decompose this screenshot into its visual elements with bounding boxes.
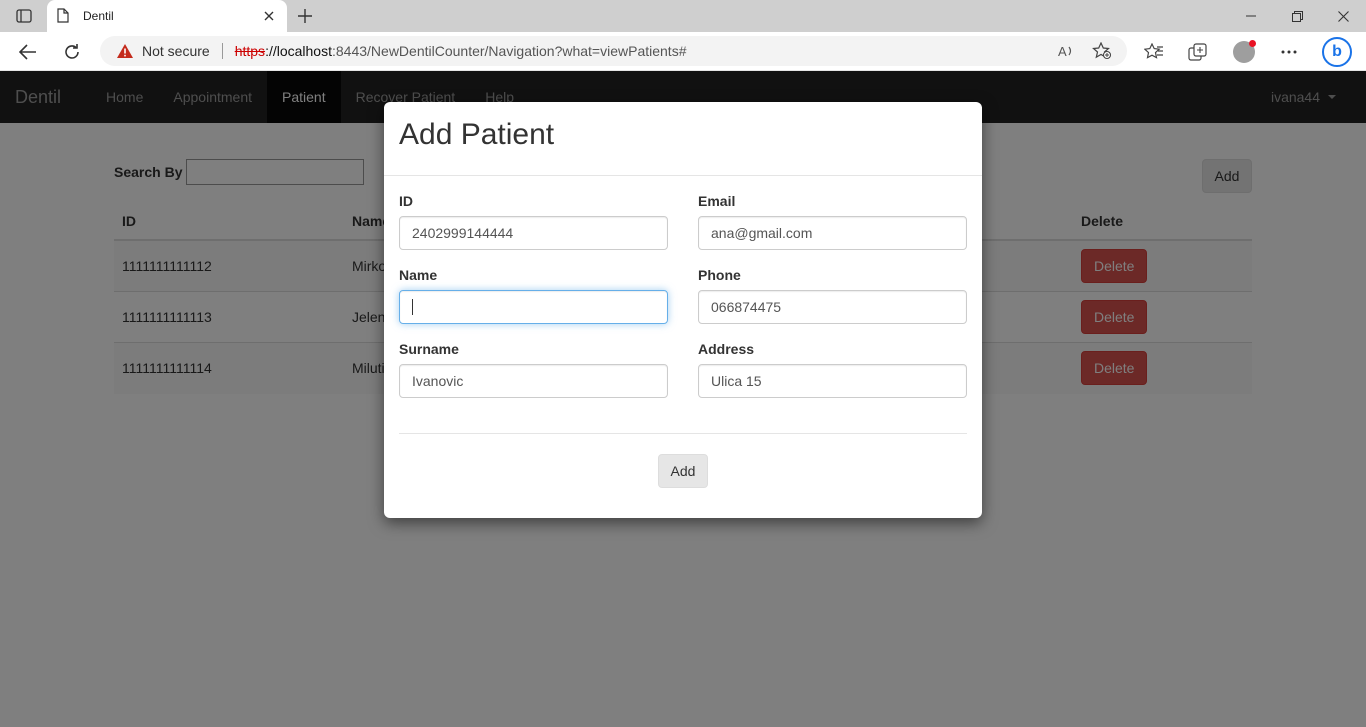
tab-actions-icon[interactable] xyxy=(12,6,36,26)
address-label: Address xyxy=(698,341,755,357)
id-input[interactable]: 2402999144444 xyxy=(399,216,668,250)
new-tab-icon[interactable] xyxy=(294,6,316,26)
divider xyxy=(221,43,223,59)
warning-icon xyxy=(116,43,134,59)
modal-body: ID 2402999144444 Email ana@gmail.com Nam… xyxy=(384,176,982,434)
close-window-icon[interactable] xyxy=(1320,0,1366,32)
name-field-group: Name xyxy=(399,267,668,324)
restore-icon[interactable] xyxy=(1274,0,1320,32)
email-input[interactable]: ana@gmail.com xyxy=(698,216,967,250)
browser-tab[interactable]: Dentil xyxy=(47,0,287,32)
modal-title: Add Patient xyxy=(399,118,555,151)
favorites-icon[interactable] xyxy=(1143,41,1165,63)
more-menu-icon[interactable] xyxy=(1278,41,1300,63)
modal-add-button[interactable]: Add xyxy=(658,454,708,488)
notification-dot xyxy=(1249,40,1256,47)
read-aloud-icon[interactable]: A xyxy=(1056,42,1076,60)
text-cursor xyxy=(412,299,413,315)
url-text[interactable]: https://localhost:8443/NewDentilCounter/… xyxy=(235,43,687,59)
address-bar[interactable]: Not secure https://localhost:8443/NewDen… xyxy=(100,36,1127,66)
browser-tabbar: Dentil xyxy=(0,0,1366,32)
id-label: ID xyxy=(399,193,413,209)
bing-icon[interactable]: b xyxy=(1322,37,1352,67)
surname-label: Surname xyxy=(399,341,459,357)
id-field-group: ID 2402999144444 xyxy=(399,193,668,250)
modal-divider xyxy=(399,433,967,434)
address-input[interactable]: Ulica 15 xyxy=(698,364,967,398)
address-field-group: Address Ulica 15 xyxy=(698,341,967,398)
not-secure-label[interactable]: Not secure xyxy=(142,43,210,59)
email-field-group: Email ana@gmail.com xyxy=(698,193,967,250)
back-icon[interactable] xyxy=(16,40,40,64)
url-scheme: https xyxy=(234,43,266,59)
add-favorite-icon[interactable] xyxy=(1092,42,1112,60)
minimize-icon[interactable] xyxy=(1228,0,1274,32)
svg-text:A: A xyxy=(1058,44,1067,59)
tab-title: Dentil xyxy=(83,9,114,23)
phone-field-group: Phone 066874475 xyxy=(698,267,967,324)
collections-icon[interactable] xyxy=(1187,41,1209,63)
modal-header: Add Patient xyxy=(384,102,982,176)
phone-input[interactable]: 066874475 xyxy=(698,290,967,324)
email-label: Email xyxy=(698,193,736,209)
name-label: Name xyxy=(399,267,438,283)
page-icon xyxy=(57,8,71,24)
add-patient-modal: Add Patient ID 2402999144444 Email ana@g… xyxy=(384,102,982,518)
url-path: :8443/NewDentilCounter/Navigation?what=v… xyxy=(332,43,687,59)
surname-input[interactable]: Ivanovic xyxy=(399,364,668,398)
url-host: ://localhost xyxy=(265,43,332,59)
browser-toolbar: Not secure https://localhost:8443/NewDen… xyxy=(0,32,1366,71)
refresh-icon[interactable] xyxy=(60,40,84,64)
surname-field-group: Surname Ivanovic xyxy=(399,341,668,398)
phone-label: Phone xyxy=(698,267,741,283)
name-input[interactable] xyxy=(399,290,668,324)
close-tab-icon[interactable] xyxy=(261,8,277,24)
